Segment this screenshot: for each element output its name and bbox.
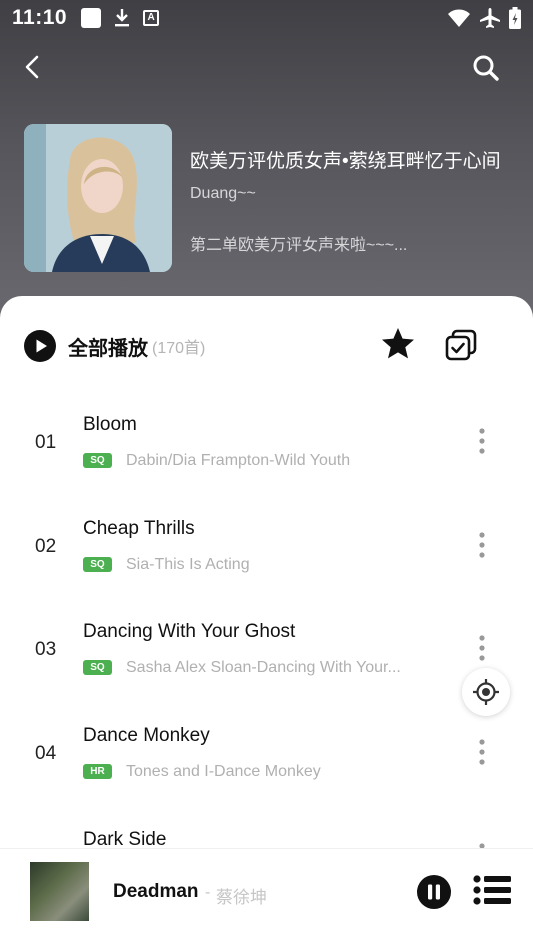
status-time: 11:10 (12, 6, 68, 29)
quality-badge: SQ (83, 453, 112, 468)
wifi-icon (448, 9, 470, 27)
song-row[interactable]: 03 Dancing With Your Ghost SQ Sasha Alex… (0, 595, 533, 699)
a-notification-icon: A (143, 10, 160, 26)
song-index: 02 (35, 536, 57, 557)
download-icon (115, 9, 130, 27)
song-title: Dark Side (83, 829, 167, 848)
song-title: Dancing With Your Ghost (83, 621, 296, 642)
playlist-description[interactable]: 第二单欧美万评女声来啦~~~... (190, 231, 510, 255)
song-row[interactable]: 01 Bloom SQ Dabin/Dia Frampton-Wild Yout… (0, 388, 533, 492)
favorite-button[interactable] (380, 326, 416, 362)
more-options-icon[interactable] (470, 633, 494, 663)
playlist-queue-button[interactable] (473, 875, 511, 905)
play-all-button[interactable]: 全部播放 (170首) (24, 328, 514, 364)
song-artist-album: Dabin/Dia Frampton-Wild Youth (126, 452, 351, 469)
song-row[interactable]: 05 Dark Side (0, 803, 533, 848)
song-title: Dance Monkey (83, 725, 210, 746)
status-bar: 11:10 A (0, 0, 533, 36)
battery-icon (509, 7, 521, 29)
playlist-author[interactable]: Duang~~ (190, 185, 256, 203)
more-options-icon[interactable] (470, 426, 494, 456)
play-all-label: 全部播放 (68, 337, 148, 360)
back-button[interactable] (18, 52, 48, 82)
quality-badge: SQ (83, 557, 112, 572)
now-playing-title: Deadman (113, 881, 199, 902)
more-options-icon[interactable] (470, 530, 494, 560)
airplane-mode-icon (480, 8, 500, 28)
song-title: Bloom (83, 414, 137, 435)
song-row[interactable]: 04 Dance Monkey HR Tones and I-Dance Mon… (0, 699, 533, 803)
playlist-cover[interactable] (24, 124, 172, 272)
song-index: 01 (35, 432, 57, 453)
pause-button[interactable] (416, 874, 452, 910)
song-title: Cheap Thrills (83, 518, 195, 539)
song-index: 03 (35, 639, 57, 660)
cover-artwork (24, 124, 172, 272)
song-index: 04 (35, 743, 57, 764)
quality-badge: SQ (83, 660, 112, 675)
quality-badge: HR (83, 764, 112, 779)
title-artist-separator: - (205, 884, 211, 901)
song-artist-album: Sasha Alex Sloan-Dancing With Your... (126, 659, 401, 676)
song-artist-album: Tones and I-Dance Monkey (126, 763, 321, 780)
song-count: (170首) (152, 340, 206, 357)
locate-current-song-button[interactable] (462, 668, 510, 716)
playlist-title: 欧美万评优质女声•萦绕耳畔忆于心间 (190, 151, 501, 172)
song-row[interactable]: 02 Cheap Thrills SQ Sia-This Is Acting (0, 492, 533, 596)
more-options-icon[interactable] (470, 841, 494, 848)
multi-select-button[interactable] (444, 328, 478, 362)
search-button[interactable] (470, 52, 502, 84)
song-artist-album: Sia-This Is Acting (126, 556, 250, 573)
more-options-icon[interactable] (470, 737, 494, 767)
mini-player[interactable]: Deadman - 蔡徐坤 (0, 848, 533, 947)
song-list[interactable]: 01 Bloom SQ Dabin/Dia Frampton-Wild Yout… (0, 380, 533, 848)
gallery-icon (81, 8, 102, 28)
play-circle-icon (24, 330, 56, 362)
locate-icon (473, 679, 499, 705)
now-playing-artwork[interactable] (30, 862, 89, 921)
now-playing-artist: 蔡徐坤 (216, 888, 267, 907)
